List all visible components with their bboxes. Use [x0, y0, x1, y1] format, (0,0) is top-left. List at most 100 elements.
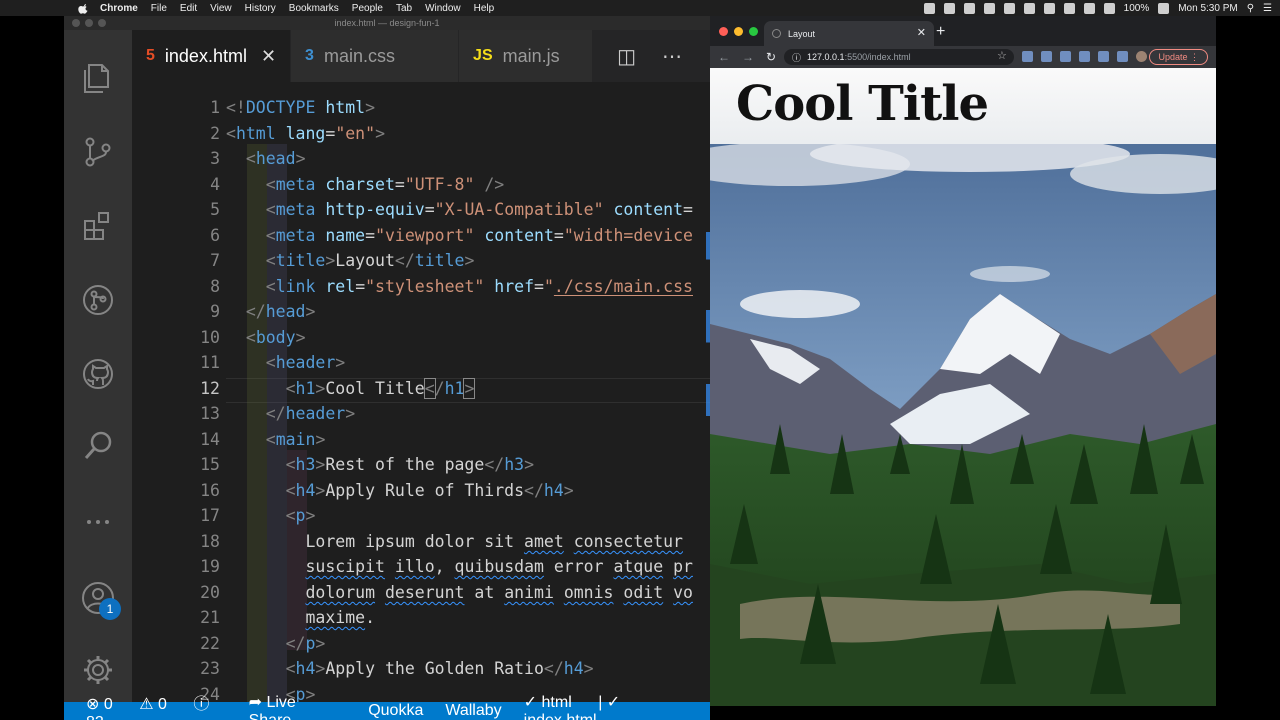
explorer-icon[interactable] [78, 58, 118, 98]
browser-tab-layout[interactable]: Layout ✕ [764, 21, 934, 46]
line-number: 14 [200, 430, 220, 449]
code-line-17: <p> [285, 506, 316, 525]
status-icon[interactable] [943, 2, 955, 14]
menu-window[interactable]: Window [425, 3, 461, 14]
code-line-10: <body> [245, 328, 306, 347]
back-icon[interactable]: ← [718, 50, 730, 64]
more-actions-icon[interactable]: ⋯ [662, 44, 682, 69]
extensions-puzzle-icon[interactable] [1079, 51, 1090, 62]
line-number: 11 [200, 353, 220, 372]
code-line-5: <meta http-equiv="X-UA-Compatible" conte… [265, 200, 693, 219]
line-number: 3 [210, 149, 220, 168]
line-number: 15 [200, 455, 220, 474]
code-editor[interactable]: 1 2 3 4 5 6 7 8 9 10 11 12 13 14 15 16 17 18 19 20 21 22 23 24 … [132, 82, 710, 704]
status-icon[interactable] [923, 2, 935, 14]
close-window-button[interactable] [719, 27, 728, 36]
line-number: 19 [200, 557, 220, 576]
page-title: Cool Title [736, 76, 989, 132]
line-number: 1 [210, 98, 220, 117]
close-tab-icon[interactable]: ✕ [917, 26, 926, 39]
bluetooth-icon[interactable] [1063, 2, 1075, 14]
status-icon[interactable] [1023, 2, 1035, 14]
window-controls [719, 27, 758, 36]
line-number: 6 [210, 226, 220, 245]
line-number: 9 [210, 302, 220, 321]
wallaby-button[interactable]: Wallaby [445, 702, 501, 720]
settings-gear-icon[interactable] [78, 650, 118, 690]
menu-people[interactable]: People [352, 3, 383, 14]
menu-edit[interactable]: Edit [180, 3, 197, 14]
more-views-icon[interactable] [78, 502, 118, 542]
extension-icon[interactable] [1060, 51, 1071, 62]
menu-file[interactable]: File [151, 3, 167, 14]
line-number: 7 [210, 251, 220, 270]
code-line-23: <h4>Apply the Golden Ratio</h4> [285, 659, 594, 678]
github-icon[interactable] [78, 354, 118, 394]
status-icon[interactable] [1043, 2, 1055, 14]
vscode-window-title: index.html — design-fun-1 [334, 18, 440, 28]
volume-icon[interactable] [1103, 2, 1115, 14]
code-line-4: <meta charset="UTF-8" /> [265, 175, 505, 194]
tab-main-js[interactable]: JS main.js [459, 30, 594, 82]
battery-percent[interactable]: 100% [1124, 3, 1150, 14]
minimize-window-button[interactable] [85, 19, 93, 27]
editor-actions: ◫ ⋯ [617, 30, 710, 82]
tab-index-html[interactable]: 5 index.html ✕ [132, 30, 292, 82]
extensions-icon[interactable] [78, 206, 118, 246]
close-window-button[interactable] [72, 19, 80, 27]
web-page-viewport[interactable]: Cool Title [710, 68, 1216, 706]
menu-view[interactable]: View [210, 3, 232, 14]
menu-help[interactable]: Help [474, 3, 495, 14]
address-bar[interactable]: ⓘ 127.0.0.1:5500/index.html [784, 49, 1014, 65]
account-notification-badge: 1 [99, 598, 121, 620]
status-icon[interactable] [963, 2, 975, 14]
menu-bookmarks[interactable]: Bookmarks [289, 3, 339, 14]
macos-menubar: Chrome File Edit View History Bookmarks … [0, 0, 1280, 16]
quokka-button[interactable]: Quokka [368, 702, 423, 720]
new-tab-icon[interactable]: + [936, 23, 945, 41]
extension-icon[interactable] [1022, 51, 1033, 62]
activity-bar: 1 [64, 30, 132, 702]
javascript-icon: JS [473, 47, 493, 64]
forward-icon[interactable]: → [742, 50, 754, 64]
zoom-window-button[interactable] [749, 27, 758, 36]
browser-tab-title: Layout [788, 28, 816, 39]
extension-icon[interactable] [1098, 51, 1109, 62]
menu-chrome[interactable]: Chrome [100, 3, 138, 14]
tab-label: main.js [502, 45, 560, 66]
notification-center-icon[interactable]: ☰ [1263, 3, 1272, 14]
profile-avatar-icon[interactable] [1136, 51, 1147, 62]
line-number: 20 [200, 583, 220, 602]
menubar-status-area: 100% Mon 5:30 PM ⚲ ☰ [923, 0, 1272, 16]
search-icon[interactable] [78, 426, 118, 466]
wifi-icon[interactable] [1083, 2, 1095, 14]
run-debug-icon[interactable] [78, 280, 118, 320]
minimize-window-button[interactable] [734, 27, 743, 36]
live-share-button[interactable]: ➦ Live Share [249, 692, 347, 720]
code-line-1: <!DOCTYPE html> [226, 98, 376, 117]
spotlight-icon[interactable]: ⚲ [1247, 3, 1254, 14]
code-line-9: </head> [245, 302, 316, 321]
source-control-icon[interactable] [78, 132, 118, 172]
update-button[interactable]: Update ⋮ [1149, 49, 1208, 65]
zoom-window-button[interactable] [98, 19, 106, 27]
split-editor-icon[interactable]: ◫ [617, 44, 636, 69]
code-line-12: <h1>Cool Title</h1> [285, 378, 476, 399]
close-tab-icon[interactable]: ✕ [261, 46, 276, 67]
language-status[interactable]: ✓ html | ✓ index.html [524, 692, 688, 720]
reload-icon[interactable]: ↻ [766, 50, 776, 64]
bookmark-star-icon[interactable]: ☆ [997, 49, 1007, 62]
menubar-clock[interactable]: Mon 5:30 PM [1178, 3, 1237, 14]
status-icon[interactable] [983, 2, 995, 14]
status-icon[interactable] [1003, 2, 1015, 14]
menu-history[interactable]: History [245, 3, 276, 14]
problems-indicator[interactable]: ⊗ 0 ⚠ 0 ⓘ 82 [86, 690, 227, 720]
apple-icon[interactable] [78, 2, 90, 14]
code-line-7: <title>Layout</title> [265, 251, 475, 270]
extension-icon[interactable] [1117, 51, 1128, 62]
battery-icon[interactable] [1158, 2, 1170, 14]
menu-tab[interactable]: Tab [396, 3, 412, 14]
tab-main-css[interactable]: 3 main.css [291, 30, 460, 82]
site-info-icon[interactable]: ⓘ [792, 51, 801, 64]
extension-icon[interactable] [1041, 51, 1052, 62]
